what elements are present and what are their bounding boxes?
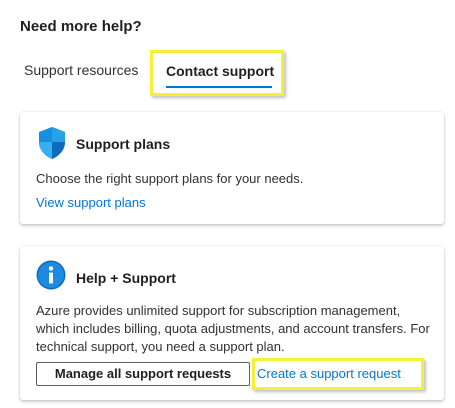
support-plans-card: Support plans Choose the right support p… xyxy=(20,112,444,224)
tab-selected-underline xyxy=(166,86,272,88)
create-support-request-highlight: Create a support request xyxy=(252,358,424,390)
info-icon xyxy=(36,260,66,290)
help-support-card: Help + Support Azure provides unlimited … xyxy=(20,246,444,400)
help-support-title: Help + Support xyxy=(76,270,176,286)
tab-contact-support-label: Contact support xyxy=(166,63,275,79)
page-title: Need more help? xyxy=(20,18,142,35)
shield-icon xyxy=(36,126,68,160)
support-plans-description: Choose the right support plans for your … xyxy=(36,171,304,186)
support-plans-title: Support plans xyxy=(76,136,171,152)
help-support-description: Azure provides unlimited support for sub… xyxy=(36,303,430,354)
view-support-plans-link[interactable]: View support plans xyxy=(36,195,146,210)
create-support-request-link[interactable]: Create a support request xyxy=(257,366,401,381)
manage-support-requests-button[interactable]: Manage all support requests xyxy=(36,362,250,386)
tab-support-resources[interactable]: Support resources xyxy=(24,62,138,78)
tab-bar: Support resources Contact support xyxy=(0,50,455,100)
tab-contact-support[interactable]: Contact support xyxy=(150,50,284,96)
